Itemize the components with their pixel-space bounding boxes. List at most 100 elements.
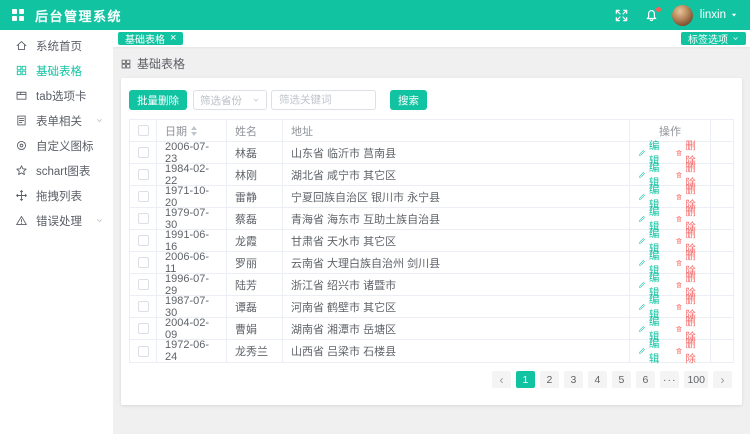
pagination-page-4[interactable]: 4 (588, 371, 607, 388)
chevron-down-icon (95, 216, 104, 225)
drag-icon (15, 189, 28, 202)
app-header: 后台管理系统 linxin (0, 0, 750, 30)
pagination-page-5[interactable]: 5 (612, 371, 631, 388)
row-checkbox[interactable] (138, 346, 149, 357)
bell-icon[interactable] (644, 8, 659, 23)
sidebar-item-label: 拖拽列表 (36, 188, 82, 204)
sidebar-item-4[interactable]: 表单相关 (0, 108, 113, 133)
row-checkbox[interactable] (138, 235, 149, 246)
sidebar-item-label: 自定义图标 (36, 138, 94, 154)
sidebar-item-3[interactable]: tab选项卡 (0, 83, 113, 108)
tab-basic-table[interactable]: 基础表格 × (118, 32, 183, 45)
close-icon[interactable]: × (170, 33, 176, 44)
pagination: ‹ 123456 ···100 › (129, 371, 734, 388)
sidebar-item-5[interactable]: 自定义图标 (0, 133, 113, 158)
cell-address: 湖北省 咸宁市 其它区 (283, 164, 630, 185)
form-icon (15, 114, 28, 127)
chevron-down-icon (732, 35, 739, 42)
cell-name: 林磊 (227, 142, 283, 163)
cell-address: 甘肃省 天水市 其它区 (283, 230, 630, 251)
tab-icon (15, 89, 28, 102)
home-icon (15, 39, 28, 52)
notification-badge (656, 7, 661, 12)
cell-date: 1984-02-22 (157, 164, 227, 185)
cell-name: 雷静 (227, 186, 283, 207)
keyword-input[interactable] (271, 90, 376, 110)
data-table: 日期 姓名 地址 操作 2006-07-23林磊山东省 临沂市 莒南县编辑删除1… (129, 119, 734, 363)
column-header-date[interactable]: 日期 (157, 120, 227, 141)
sidebar-item-6[interactable]: schart图表 (0, 158, 113, 183)
table-icon (15, 64, 28, 77)
cell-address: 河南省 鹤壁市 其它区 (283, 296, 630, 317)
table-row: 1972-06-24龙秀兰山西省 吕梁市 石楼县编辑删除 (130, 340, 733, 362)
search-button[interactable]: 搜索 (390, 90, 427, 110)
delete-button[interactable]: 删除 (675, 336, 703, 366)
content-card: 批量删除 筛选省份 搜索 日期 姓名 地址 操作 (121, 78, 742, 405)
cell-name: 罗丽 (227, 252, 283, 273)
pagination-page-2[interactable]: 2 (540, 371, 559, 388)
sidebar-item-1[interactable]: 系统首页 (0, 33, 113, 58)
sidebar-item-7[interactable]: 拖拽列表 (0, 183, 113, 208)
cell-name: 龙霞 (227, 230, 283, 251)
pagination-page-100[interactable]: 100 (684, 371, 708, 388)
cascades-icon (120, 58, 132, 70)
fullscreen-icon[interactable] (614, 8, 629, 23)
cell-date: 1972-06-24 (157, 340, 227, 362)
cell-name: 曹娟 (227, 318, 283, 339)
row-checkbox[interactable] (138, 279, 149, 290)
tags-bar: 基础表格 × 标签选项 (113, 30, 750, 47)
main-area: 基础表格 × 标签选项 基础表格 批量删除 筛选省份 搜索 (113, 30, 750, 434)
column-header-address: 地址 (283, 120, 630, 141)
sidebar-item-label: schart图表 (36, 163, 90, 179)
row-checkbox[interactable] (138, 169, 149, 180)
breadcrumb: 基础表格 (120, 55, 750, 72)
edit-button[interactable]: 编辑 (638, 336, 666, 366)
caret-down-icon[interactable] (730, 11, 738, 19)
pagination-page-6[interactable]: 6 (636, 371, 655, 388)
pagination-ellipsis[interactable]: ··· (660, 371, 680, 388)
cell-address: 浙江省 绍兴市 诸暨市 (283, 274, 630, 295)
cell-date: 1991-06-16 (157, 230, 227, 251)
sidebar-item-label: 错误处理 (36, 213, 82, 229)
app-title: 后台管理系统 (35, 6, 122, 25)
cell-date: 1971-10-20 (157, 186, 227, 207)
row-checkbox[interactable] (138, 257, 149, 268)
province-select[interactable]: 筛选省份 (193, 90, 267, 110)
row-checkbox[interactable] (138, 191, 149, 202)
sidebar-item-label: 表单相关 (36, 113, 82, 129)
row-checkbox[interactable] (138, 213, 149, 224)
sidebar-item-8[interactable]: 错误处理 (0, 208, 113, 233)
cell-address: 云南省 大理白族自治州 剑川县 (283, 252, 630, 273)
collapse-menu-icon[interactable] (12, 9, 24, 21)
sidebar-item-label: 系统首页 (36, 38, 82, 54)
cell-name: 谭磊 (227, 296, 283, 317)
sort-carets-icon[interactable] (191, 126, 197, 136)
user-avatar[interactable] (672, 5, 693, 26)
custom-icon (15, 139, 28, 152)
warning-icon (15, 214, 28, 227)
sidebar-item-2[interactable]: 基础表格 (0, 58, 113, 83)
column-header-name: 姓名 (227, 120, 283, 141)
cell-name: 蔡磊 (227, 208, 283, 229)
pagination-next-button[interactable]: › (713, 371, 732, 388)
star-icon (15, 164, 28, 177)
row-checkbox[interactable] (138, 301, 149, 312)
cell-date: 1996-07-29 (157, 274, 227, 295)
cell-date: 1987-07-30 (157, 296, 227, 317)
username[interactable]: linxin (700, 9, 726, 21)
row-checkbox[interactable] (138, 147, 149, 158)
cell-address: 青海省 海东市 互助土族自治县 (283, 208, 630, 229)
batch-delete-button[interactable]: 批量删除 (129, 90, 187, 110)
tag-options-button[interactable]: 标签选项 (681, 32, 746, 45)
pagination-page-3[interactable]: 3 (564, 371, 583, 388)
cell-address: 山东省 临沂市 莒南县 (283, 142, 630, 163)
select-all-checkbox[interactable] (138, 125, 149, 136)
cell-address: 湖南省 湘潭市 岳塘区 (283, 318, 630, 339)
cell-address: 宁夏回族自治区 银川市 永宁县 (283, 186, 630, 207)
row-checkbox[interactable] (138, 323, 149, 334)
pagination-page-1[interactable]: 1 (516, 371, 535, 388)
cell-name: 陆芳 (227, 274, 283, 295)
pagination-prev-button[interactable]: ‹ (492, 371, 511, 388)
sidebar-item-label: 基础表格 (36, 63, 82, 79)
page-title: 基础表格 (137, 55, 185, 72)
